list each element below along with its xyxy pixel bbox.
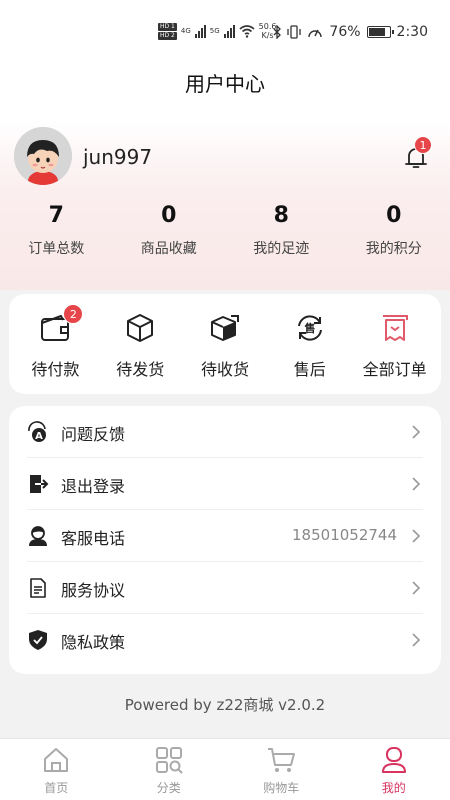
cart-icon bbox=[268, 748, 296, 772]
stats-row: 7 订单总数 0 商品收藏 8 我的足迹 0 我的积分 bbox=[0, 200, 450, 270]
stat-total-orders[interactable]: 7 订单总数 bbox=[0, 200, 113, 270]
stat-label: 我的足迹 bbox=[253, 241, 310, 257]
menu-item-logout[interactable]: 退出登录 bbox=[27, 458, 423, 510]
menu-item-feedback[interactable]: A 问题反馈 bbox=[27, 406, 423, 458]
wifi-icon bbox=[239, 25, 255, 38]
system-indicators: 76% 2:30 bbox=[273, 24, 428, 40]
order-all[interactable]: 全部订单 bbox=[352, 294, 437, 394]
battery-icon bbox=[366, 26, 394, 38]
order-pending-receipt[interactable]: 待收货 bbox=[183, 294, 268, 394]
menu-item-privacy-policy[interactable]: 隐私政策 bbox=[27, 614, 423, 666]
signal-icon bbox=[223, 24, 235, 38]
chevron-right-icon bbox=[412, 581, 421, 595]
tab-label: 首页 bbox=[44, 781, 69, 795]
stat-value: 0 bbox=[386, 203, 402, 228]
package-icon bbox=[127, 314, 154, 342]
tab-home[interactable]: 首页 bbox=[0, 739, 113, 800]
order-pending-payment[interactable]: 2 待付款 bbox=[13, 294, 98, 394]
sim2-label: HD 2 bbox=[158, 31, 177, 40]
tab-mine[interactable]: 我的 bbox=[338, 739, 450, 800]
sim-indicators: HD 1 HD 2 bbox=[158, 22, 177, 40]
order-after-sales[interactable]: 售 售后 bbox=[267, 294, 352, 394]
network-type-2: 5G bbox=[209, 27, 220, 35]
bluetooth-icon bbox=[273, 25, 282, 39]
receipt-icon bbox=[382, 315, 408, 341]
stat-favorites[interactable]: 0 商品收藏 bbox=[113, 200, 226, 270]
order-label: 待收货 bbox=[200, 360, 249, 379]
tab-label: 购物车 bbox=[263, 781, 300, 795]
menu-label: 隐私政策 bbox=[61, 633, 126, 652]
phone-number: 18501052744 bbox=[292, 526, 397, 544]
powered-by-text: Powered by z22商城 v2.0.2 bbox=[124, 696, 326, 714]
network-indicators: HD 1 HD 2 4G 5G 50.6 K/s bbox=[158, 22, 276, 40]
username[interactable]: jun997 bbox=[83, 145, 152, 169]
order-pending-shipment[interactable]: 待发货 bbox=[98, 294, 183, 394]
stat-footprints[interactable]: 8 我的足迹 bbox=[225, 200, 338, 270]
stat-value: 8 bbox=[273, 203, 289, 228]
settings-menu-card: A 问题反馈 退出登录 客服电话 18501052744 服务协议 隐私政策 bbox=[9, 406, 441, 674]
stat-value: 7 bbox=[48, 203, 64, 228]
signal-icon bbox=[194, 24, 206, 38]
status-bar: HD 1 HD 2 4G 5G 50.6 K/s 76% 2:30 bbox=[0, 18, 450, 50]
order-label: 待发货 bbox=[116, 360, 165, 379]
home-icon bbox=[44, 748, 69, 772]
menu-label: 退出登录 bbox=[61, 477, 126, 496]
notification-button[interactable]: 1 bbox=[402, 136, 432, 171]
user-icon bbox=[381, 747, 406, 773]
menu-label: 客服电话 bbox=[61, 529, 126, 548]
battery-percent: 76% bbox=[329, 24, 361, 40]
chevron-right-icon bbox=[412, 425, 421, 439]
shield-icon bbox=[29, 630, 47, 650]
stat-points[interactable]: 0 我的积分 bbox=[338, 200, 450, 270]
category-icon bbox=[155, 747, 183, 774]
tab-cart[interactable]: 购物车 bbox=[225, 739, 338, 800]
notification-badge: 1 bbox=[414, 136, 432, 154]
customer-service-icon bbox=[29, 526, 47, 546]
stat-label: 我的积分 bbox=[365, 241, 422, 257]
page-title: 用户中心 bbox=[185, 72, 265, 96]
stat-value: 0 bbox=[161, 203, 177, 228]
speedometer-icon bbox=[308, 29, 323, 38]
order-shortcuts-card: 2 待付款 待发货 待收货 售 售后 全部订单 bbox=[9, 294, 441, 394]
delivery-box-icon bbox=[210, 315, 239, 341]
document-icon bbox=[30, 578, 46, 598]
pending-payment-badge: 2 bbox=[63, 304, 84, 324]
avatar[interactable] bbox=[14, 127, 72, 185]
svg-text:A: A bbox=[35, 431, 43, 442]
avatar-illustration bbox=[14, 127, 72, 185]
stat-label: 订单总数 bbox=[28, 241, 85, 257]
after-sales-icon: 售 bbox=[297, 315, 322, 341]
bottom-tab-bar: 首页 分类 购物车 我的 bbox=[0, 738, 450, 800]
clock: 2:30 bbox=[396, 24, 428, 40]
stat-label: 商品收藏 bbox=[140, 241, 197, 257]
vibrate-icon bbox=[287, 25, 302, 39]
menu-label: 服务协议 bbox=[61, 581, 126, 600]
chevron-right-icon bbox=[412, 529, 421, 543]
feedback-icon: A bbox=[28, 421, 46, 442]
network-type-1: 4G bbox=[180, 27, 191, 35]
menu-item-service-agreement[interactable]: 服务协议 bbox=[27, 562, 423, 614]
tab-category[interactable]: 分类 bbox=[113, 739, 226, 800]
sim1-label: HD 1 bbox=[158, 22, 177, 31]
svg-text:售: 售 bbox=[303, 321, 315, 335]
order-label: 待付款 bbox=[31, 360, 80, 379]
menu-label: 问题反馈 bbox=[61, 425, 126, 444]
order-label: 售后 bbox=[293, 360, 326, 379]
chevron-right-icon bbox=[412, 477, 421, 491]
order-label: 全部订单 bbox=[362, 360, 427, 379]
chevron-right-icon bbox=[412, 633, 421, 647]
logout-icon bbox=[30, 475, 49, 493]
tab-label: 我的 bbox=[381, 781, 406, 795]
tab-label: 分类 bbox=[156, 781, 181, 795]
menu-item-customer-service[interactable]: 客服电话 18501052744 bbox=[27, 510, 423, 562]
